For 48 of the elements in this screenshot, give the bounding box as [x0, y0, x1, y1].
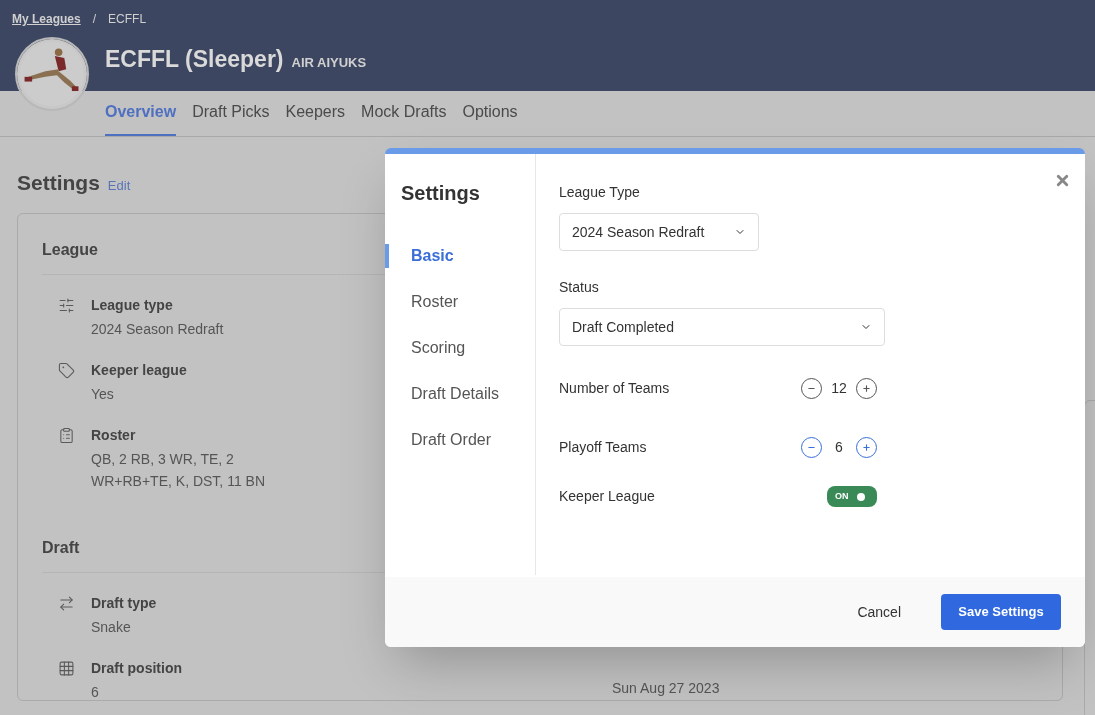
setting-value: 2024 Season Redraft [91, 319, 225, 339]
team-name: AIR AIYUKS [291, 54, 367, 72]
nav-tab[interactable]: Keepers [285, 100, 346, 136]
field-label: Number of Teams [559, 379, 671, 398]
dialog-nav-item[interactable]: Draft Details [385, 382, 535, 406]
toggle-switch[interactable]: ON [827, 486, 877, 507]
draft-date: Sun Aug 27 2023 [612, 678, 720, 698]
setting-label: League type [91, 295, 174, 315]
dialog-nav-item[interactable]: Basic [385, 244, 535, 268]
nav-tab[interactable]: Mock Drafts [361, 100, 447, 136]
field-label: Playoff Teams [559, 438, 648, 457]
sliders-icon [58, 296, 75, 314]
tag-icon [58, 361, 75, 379]
nav-tab[interactable]: Draft Picks [192, 100, 270, 136]
setting-label: Draft type [91, 593, 158, 613]
field-label: League Type [559, 183, 641, 202]
clipboard-icon [58, 426, 75, 444]
nav-tab[interactable]: Options [462, 100, 518, 136]
setting-label: Draft position [91, 658, 183, 678]
swap-arrows-icon [58, 594, 75, 612]
setting-value: 6 [91, 682, 100, 702]
dialog-nav-item[interactable]: Draft Order [385, 428, 535, 452]
field-label: Status [559, 278, 600, 297]
dialog-nav-item[interactable]: Roster [385, 290, 535, 314]
select-field[interactable]: 2024 Season Redraft [559, 213, 759, 251]
setting-label: Keeper league [91, 360, 188, 380]
stepper-value: 6 [834, 438, 844, 457]
field-label: Keeper League [559, 487, 656, 506]
setting-value: QB, 2 RB, 3 WR, TE, 2 WR+RB+TE, K, DST, 11 BN [91, 449, 266, 491]
page-title: Settings [17, 170, 100, 196]
league-name: ECFFL (Sleeper) [105, 45, 284, 74]
cancel-button[interactable]: Cancel [845, 593, 913, 631]
dialog-title: Settings [400, 181, 481, 206]
select-field[interactable]: Draft Completed [559, 308, 885, 346]
save-settings-button[interactable]: Save Settings [941, 594, 1061, 630]
setting-label: Roster [91, 425, 137, 445]
breadcrumb-link[interactable]: My Leagues [12, 10, 81, 28]
grid-icon [58, 659, 75, 677]
plus-icon [862, 384, 871, 393]
plus-icon [862, 443, 871, 452]
breadcrumb-separator: / [92, 11, 97, 28]
stepper-value: 12 [830, 379, 848, 398]
setting-value: Snake [91, 617, 132, 637]
dialog-nav-item[interactable]: Scoring [385, 336, 535, 360]
nav-tab[interactable]: Overview [105, 100, 177, 136]
breadcrumb-current: ECFFL [108, 11, 147, 28]
close-button[interactable] [1054, 172, 1071, 189]
setting-value: Yes [91, 384, 115, 404]
